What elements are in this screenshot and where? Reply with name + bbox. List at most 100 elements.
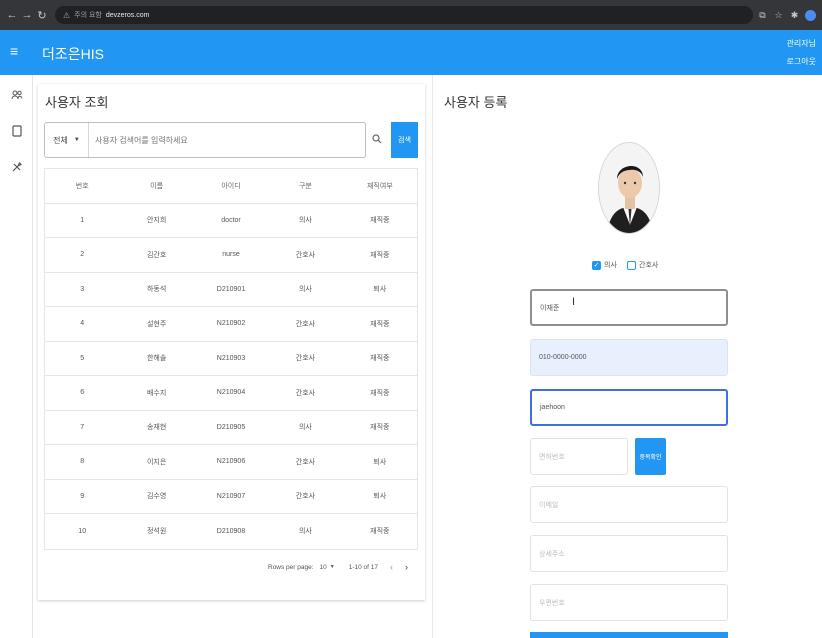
cell-name: 김수영 bbox=[146, 493, 167, 501]
prev-page-icon[interactable]: ‹ bbox=[390, 562, 393, 572]
cell-role: 간호사 bbox=[295, 458, 316, 466]
cell-id: N210903 bbox=[216, 354, 246, 362]
table-row[interactable]: 5 한해솔 N210903 간호사 재직중 bbox=[45, 342, 417, 376]
cell-role: 의사 bbox=[298, 286, 312, 294]
extensions-icon[interactable]: ✱ bbox=[788, 10, 801, 21]
phone-field[interactable]: 010-0000-0000 bbox=[530, 339, 728, 376]
license-placeholder: 면허번호 bbox=[539, 453, 565, 461]
table-row[interactable]: 1 안지희 doctor 의사 재직중 bbox=[45, 204, 417, 238]
reload-icon[interactable]: ↻ bbox=[36, 9, 48, 22]
cell-id: N210902 bbox=[216, 320, 246, 328]
cell-no: 1 bbox=[80, 216, 85, 224]
phone-value: 010-0000-0000 bbox=[539, 354, 587, 361]
rows-per-page-label: Rows per page: bbox=[268, 563, 314, 571]
menu-icon[interactable]: ≡ bbox=[10, 43, 18, 59]
logout-link[interactable]: 로그아웃 bbox=[787, 56, 816, 67]
profile-photo[interactable] bbox=[598, 142, 660, 234]
document-icon[interactable] bbox=[10, 125, 24, 139]
table-row[interactable]: 7 송재현 D210905 의사 재직중 bbox=[45, 411, 417, 445]
search-icon[interactable] bbox=[372, 134, 382, 147]
cell-name: 설현주 bbox=[146, 320, 167, 328]
cell-status: 재직중 bbox=[370, 528, 390, 536]
checkbox-unchecked-icon[interactable] bbox=[627, 260, 636, 270]
cell-id: D210908 bbox=[216, 527, 246, 535]
column-header[interactable]: 이름 bbox=[119, 181, 193, 191]
table-row[interactable]: 9 김수영 N210907 간호사 퇴사 bbox=[45, 480, 417, 514]
column-header[interactable]: 구분 bbox=[268, 181, 342, 191]
next-page-icon[interactable]: › bbox=[405, 562, 408, 572]
address-bar[interactable]: ⚠ 주의 요함 devzeros.com bbox=[55, 6, 753, 24]
cell-no: 9 bbox=[80, 492, 85, 500]
filter-select-value: 전체 bbox=[53, 135, 68, 145]
zip-field[interactable]: 우편번호 bbox=[530, 584, 728, 621]
cell-no: 2 bbox=[80, 251, 85, 259]
cell-name: 하동석 bbox=[146, 286, 167, 294]
name-field[interactable]: 이재준 bbox=[530, 289, 728, 326]
submit-button-edge[interactable] bbox=[530, 632, 728, 638]
table-row[interactable]: 4 설현주 N210902 간호사 재직중 bbox=[45, 307, 417, 342]
table-row[interactable]: 10 정석원 D210908 의사 재직중 bbox=[45, 514, 417, 549]
cell-id: D210901 bbox=[216, 285, 246, 293]
role-checkbox-nurse[interactable]: 간호사 bbox=[627, 260, 658, 270]
duplicate-check-button[interactable]: 중복확인 bbox=[635, 438, 666, 475]
column-header[interactable]: 번호 bbox=[45, 181, 119, 191]
cell-name: 이지은 bbox=[146, 458, 167, 466]
cell-role: 간호사 bbox=[295, 355, 316, 363]
role-checkbox-doctor[interactable]: ✓ 의사 bbox=[592, 260, 617, 270]
cell-id: N210907 bbox=[216, 492, 246, 500]
filter-select[interactable]: 전체 ▼ bbox=[45, 123, 89, 157]
caret-down-icon[interactable]: ▼ bbox=[330, 564, 335, 570]
cell-no: 7 bbox=[80, 423, 85, 431]
cell-name: 안지희 bbox=[146, 217, 167, 225]
cell-name: 송재현 bbox=[146, 424, 167, 432]
user-id-field[interactable]: jaehoon bbox=[530, 389, 728, 426]
security-label: 주의 요함 bbox=[74, 12, 102, 19]
users-icon[interactable] bbox=[10, 89, 24, 103]
email-field[interactable]: 이메일 bbox=[530, 486, 728, 523]
rows-per-page-select[interactable]: 10 bbox=[320, 564, 327, 571]
cell-id: nurse bbox=[222, 251, 240, 259]
search-button[interactable]: 검색 bbox=[391, 122, 418, 158]
back-icon[interactable]: ← bbox=[6, 9, 18, 21]
profile-avatar-icon[interactable] bbox=[805, 9, 816, 21]
translate-icon[interactable]: ⧉ bbox=[756, 10, 769, 21]
tools-icon[interactable] bbox=[10, 161, 24, 175]
cell-status: 퇴사 bbox=[373, 286, 387, 294]
cell-name: 정석원 bbox=[146, 528, 167, 536]
cell-name: 배수지 bbox=[146, 389, 167, 397]
column-header[interactable]: 재직여부 bbox=[343, 181, 417, 191]
cell-id: D210905 bbox=[216, 423, 246, 431]
cell-no: 10 bbox=[78, 527, 87, 535]
checkbox-checked-icon[interactable]: ✓ bbox=[592, 260, 601, 270]
search-input[interactable] bbox=[95, 131, 355, 149]
cell-no: 3 bbox=[80, 285, 85, 293]
table-row[interactable]: 2 김간호 nurse 간호사 재직중 bbox=[45, 238, 417, 273]
cell-role: 간호사 bbox=[295, 320, 316, 328]
star-icon[interactable]: ☆ bbox=[772, 10, 785, 21]
cell-status: 재직중 bbox=[370, 251, 390, 259]
cell-id: N210904 bbox=[216, 389, 246, 397]
forward-icon[interactable]: → bbox=[21, 9, 33, 21]
warning-icon: ⚠ bbox=[63, 10, 71, 20]
cell-status: 재직중 bbox=[370, 217, 390, 225]
url-host: devzeros.com bbox=[105, 11, 150, 19]
search-bar: 전체 ▼ bbox=[44, 122, 366, 158]
side-rail bbox=[0, 75, 33, 638]
table-row[interactable]: 8 이지은 N210906 간호사 퇴사 bbox=[45, 445, 417, 480]
name-value: 이재준 bbox=[540, 304, 560, 312]
cell-id: doctor bbox=[221, 216, 241, 224]
app-title[interactable]: 더조은HIS bbox=[42, 44, 104, 64]
column-header[interactable]: 아이디 bbox=[194, 181, 268, 191]
user-id-value: jaehoon bbox=[540, 404, 565, 411]
cell-name: 김간호 bbox=[146, 251, 167, 259]
table-row[interactable]: 6 배수지 N210904 간호사 재직중 bbox=[45, 376, 417, 411]
cell-name: 한해솔 bbox=[146, 355, 167, 363]
caret-down-icon: ▼ bbox=[73, 137, 80, 143]
table-row[interactable]: 3 하동석 D210901 의사 퇴사 bbox=[45, 273, 417, 307]
cell-id: N210906 bbox=[216, 458, 246, 466]
cell-no: 4 bbox=[80, 320, 85, 328]
license-field[interactable]: 면허번호 bbox=[530, 438, 628, 475]
cell-role: 간호사 bbox=[295, 493, 316, 501]
role-option-label: 간호사 bbox=[639, 262, 659, 269]
address-field[interactable]: 상세주소 bbox=[530, 535, 728, 572]
